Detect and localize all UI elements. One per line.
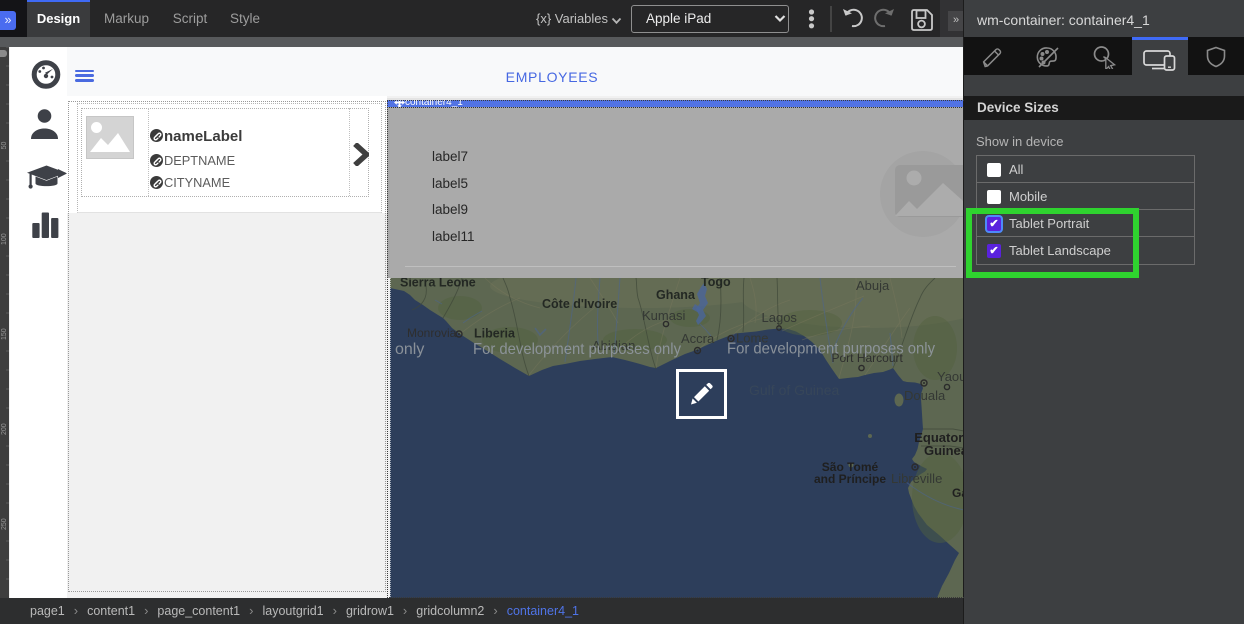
svg-text:Lagos: Lagos bbox=[762, 310, 798, 325]
svg-text:For development purposes only: For development purposes only bbox=[473, 341, 681, 358]
svg-text:Togo: Togo bbox=[701, 278, 731, 289]
svg-text:For development purposes only: For development purposes only bbox=[727, 340, 935, 357]
svg-text:Liberia: Liberia bbox=[474, 326, 516, 340]
svg-text:Yaou: Yaou bbox=[937, 369, 964, 384]
svg-text:Ghana: Ghana bbox=[656, 288, 696, 302]
svg-text:Accra: Accra bbox=[681, 331, 715, 346]
svg-text:Monrovia: Monrovia bbox=[407, 326, 457, 340]
svg-text:Guinea: Guinea bbox=[924, 443, 964, 458]
svg-text:Libreville: Libreville bbox=[891, 471, 942, 486]
svg-text:and Príncipe: and Príncipe bbox=[814, 472, 886, 486]
svg-text:only: only bbox=[395, 341, 424, 358]
svg-text:Sierra Leone: Sierra Leone bbox=[400, 278, 476, 290]
svg-text:Côte d'Ivoire: Côte d'Ivoire bbox=[542, 297, 617, 311]
svg-text:Abuja: Abuja bbox=[856, 278, 890, 293]
svg-text:Gulf of Guinea: Gulf of Guinea bbox=[749, 382, 839, 398]
svg-text:Kumasi: Kumasi bbox=[642, 308, 685, 323]
svg-text:Douala: Douala bbox=[904, 388, 946, 403]
